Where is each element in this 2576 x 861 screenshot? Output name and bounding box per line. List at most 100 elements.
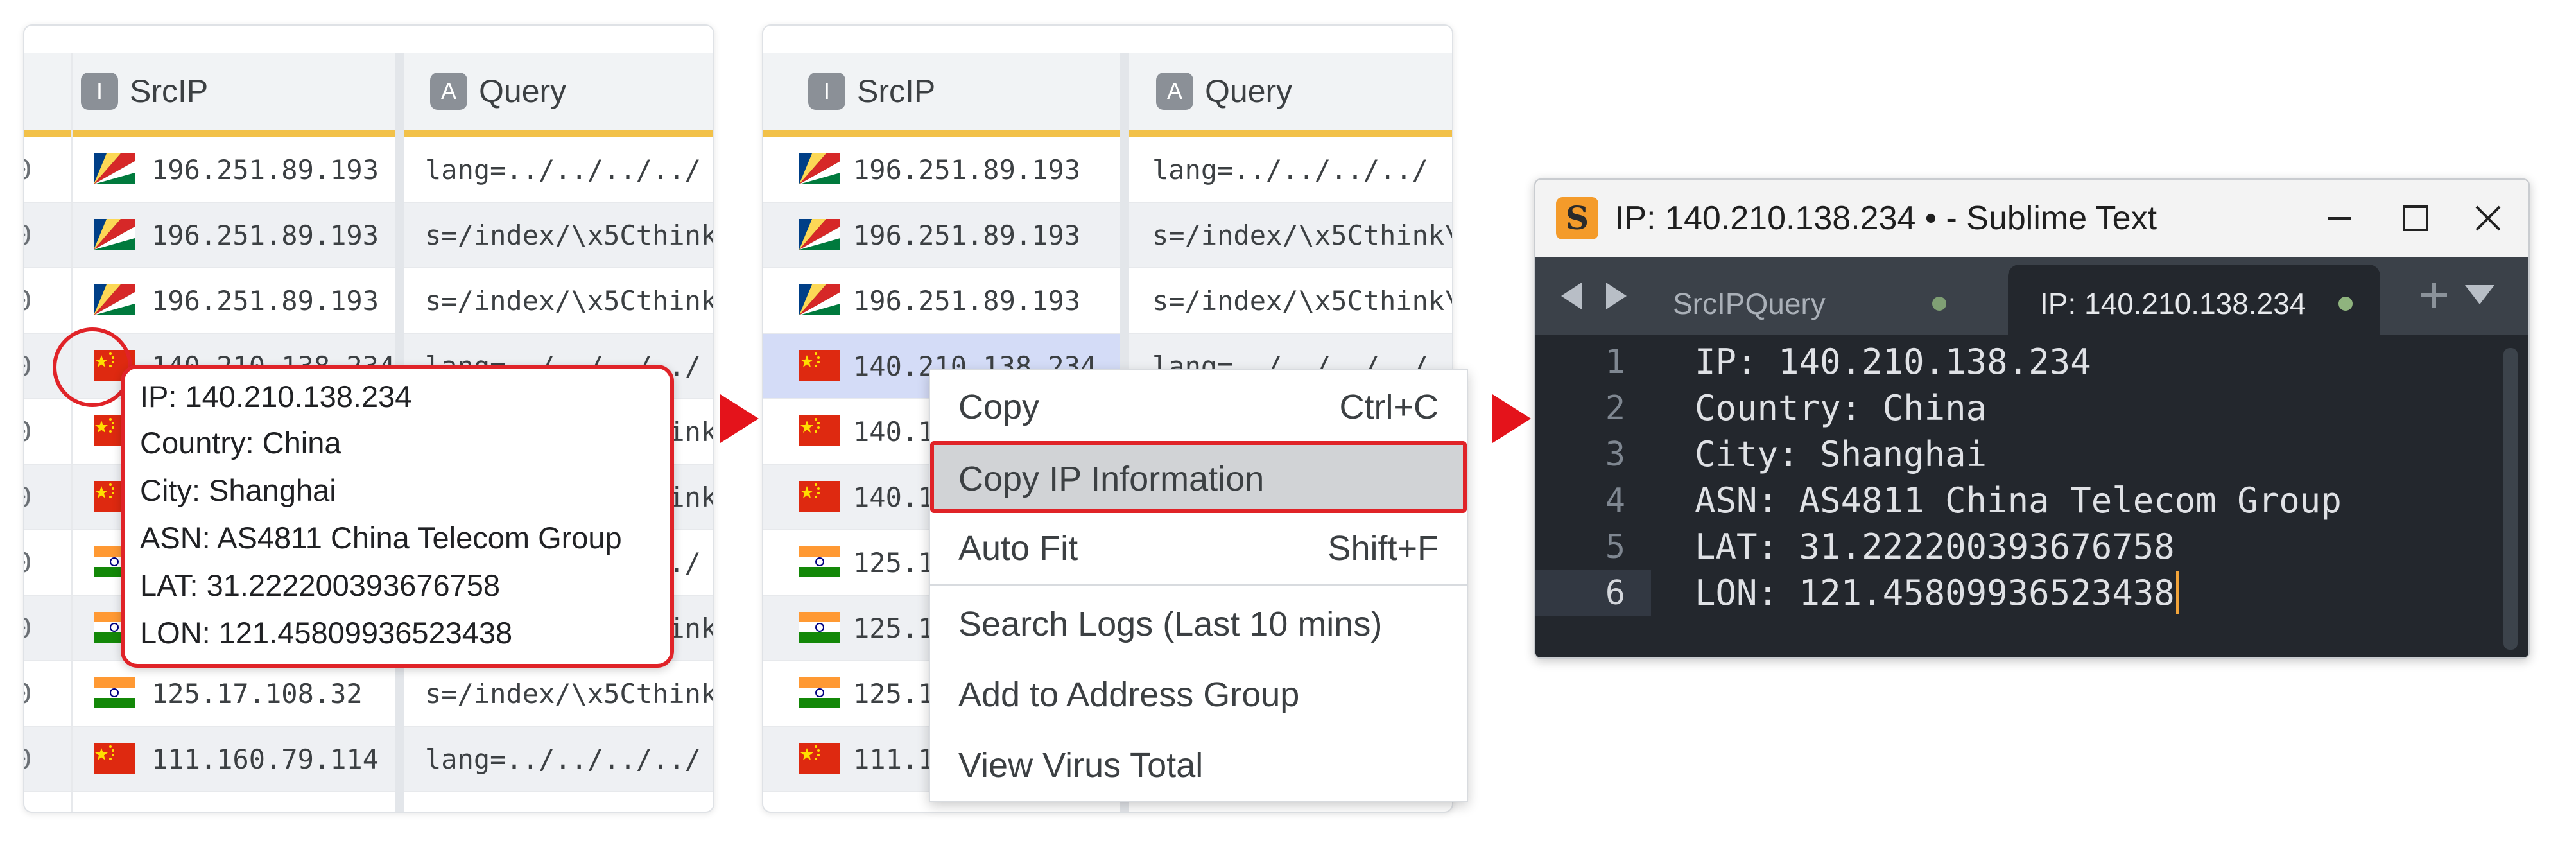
menu-item-view-virus-total[interactable]: View Virus Total [930, 729, 1467, 799]
table-row[interactable]: 196.251.89.193 lang=../../../../ [763, 137, 1452, 203]
seychelles-flag-icon[interactable] [94, 219, 135, 250]
query-value: lang=../../../../ [425, 744, 701, 775]
srcip-cell[interactable]: 111.160.79.114 [73, 727, 395, 791]
ip-type-badge: I [81, 73, 118, 110]
srcip-cell[interactable]: 196.251.89.193 [73, 203, 395, 267]
srcip-cell[interactable]: 196.251.89.193 [763, 137, 1120, 202]
editor-line[interactable]: Country: China [1695, 388, 1987, 428]
seychelles-flag-icon[interactable] [799, 219, 840, 250]
table-row[interactable]: 196.251.89.193 s=/index/\x5Cthink\x [763, 203, 1452, 268]
column-header-srcip[interactable]: I SrcIP [808, 53, 935, 130]
close-icon [2475, 205, 2501, 231]
column-header-srcip[interactable]: I SrcIP [81, 53, 208, 130]
tab-menu-chevron-down-icon[interactable] [2464, 283, 2496, 308]
table-row[interactable]: 196.251.89.193 s=/index/\x5Cthink\x [763, 268, 1452, 334]
seychelles-flag-icon[interactable] [94, 153, 135, 184]
column-divider[interactable] [71, 53, 73, 812]
srcip-cell[interactable]: 125.17.108.32 [73, 661, 395, 726]
window-title: IP: 140.210.138.234 • - Sublime Text [1615, 200, 2157, 237]
table-row[interactable]: 0 196.251.89.193 lang=../../../../ [24, 137, 713, 203]
table-row[interactable]: 0 111.160.79.114 lang=../../../../ [24, 727, 713, 792]
table-row[interactable]: 0 196.251.89.193 s=/index/\x5Cthink [24, 203, 713, 268]
maximize-button[interactable] [2389, 193, 2441, 244]
tab-bar: SrcIPQuery IP: 140.210.138.234 [1535, 257, 2528, 335]
china-flag-icon[interactable] [799, 415, 840, 446]
column-header-query[interactable]: A Query [430, 53, 566, 130]
srcip-value: 125.1 [853, 613, 935, 644]
editor-line[interactable]: City: Shanghai [1695, 434, 1987, 474]
truncated-cell-text: 0 [24, 220, 31, 251]
line-number: 1 [1605, 343, 1625, 381]
line-number-gutter: 2 [1535, 385, 1651, 431]
srcip-value: 140.1 [853, 416, 935, 448]
minimize-icon [2328, 217, 2351, 220]
line-number-gutter: 1 [1535, 339, 1651, 385]
table-row[interactable]: 0 125.17.108.32 s=/index/\x5Cthink [24, 661, 713, 727]
scrollbar[interactable] [2503, 348, 2518, 650]
unsaved-dot-icon [2338, 297, 2353, 311]
line-number: 5 [1605, 528, 1625, 566]
truncated-cell-text: 0 [24, 285, 31, 317]
srcip-value: 125.17.108.32 [151, 678, 363, 709]
srcip-value: 196.251.89.193 [853, 220, 1081, 251]
column-label: Query [1205, 73, 1293, 109]
china-flag-icon[interactable] [799, 350, 840, 381]
close-button[interactable] [2462, 193, 2514, 244]
query-value: lang=../../../../ [425, 154, 701, 186]
china-flag-icon[interactable] [799, 743, 840, 774]
menu-item-copy[interactable]: Copy Ctrl+C [930, 370, 1467, 441]
editor-line[interactable]: IP: 140.210.138.234 [1695, 342, 2091, 382]
india-flag-icon[interactable] [94, 677, 135, 708]
editor-line[interactable]: ASN: AS4811 China Telecom Group [1695, 480, 2342, 521]
query-value: s=/index/\x5Cthink [425, 220, 714, 251]
seychelles-flag-icon[interactable] [799, 284, 840, 315]
column-header-query[interactable]: A Query [1156, 53, 1292, 130]
srcip-cell[interactable]: 196.251.89.193 [763, 203, 1120, 267]
minimize-button[interactable] [2313, 193, 2365, 244]
menu-item-add-to-address-group[interactable]: Add to Address Group [930, 658, 1467, 729]
query-value: lang=../../../../ [1152, 154, 1428, 186]
new-tab-plus-icon[interactable] [2419, 280, 2450, 311]
srcip-value: 111.160.79.114 [151, 744, 379, 775]
truncated-cell-text: 0 [24, 547, 31, 578]
seychelles-flag-icon[interactable] [799, 153, 840, 184]
table-row[interactable]: 0 196.251.89.193 s=/index/\x5Cthink [24, 268, 713, 334]
menu-item-shortcut: Shift+F [1327, 529, 1439, 568]
truncated-cell-text: 0 [24, 482, 31, 513]
menu-item-auto-fit[interactable]: Auto Fit Shift+F [930, 512, 1467, 582]
menu-item-label: Search Logs (Last 10 mins) [958, 605, 1383, 643]
query-value: s=/index/\x5Cthink\x [1152, 285, 1453, 317]
menu-item-search-logs[interactable]: Search Logs (Last 10 mins) [930, 587, 1467, 658]
query-value: s=/index/\x5Cthink [425, 285, 714, 317]
context-menu: Copy Ctrl+C Copy IP Information Auto Fit… [929, 369, 1468, 802]
tab-nav-arrows-icon[interactable] [1559, 280, 1629, 312]
india-flag-icon[interactable] [799, 546, 840, 577]
srcip-cell[interactable]: 196.251.89.193 [73, 268, 395, 333]
sublime-logo-icon: S [1556, 197, 1598, 239]
india-flag-icon[interactable] [799, 677, 840, 708]
line-number-gutter: 6 [1535, 570, 1651, 616]
srcip-value: 196.251.89.193 [151, 285, 379, 317]
tooltip-city: City: Shanghai [140, 473, 336, 507]
editor-line[interactable]: LON: 121.45809936523438 [1695, 573, 2175, 613]
china-flag-icon[interactable] [94, 743, 135, 774]
menu-item-copy-ip-information[interactable]: Copy IP Information [930, 441, 1467, 513]
menu-item-label: Copy [958, 388, 1040, 426]
tab-label: SrcIPQuery [1673, 287, 1826, 320]
tab-ip-info[interactable]: IP: 140.210.138.234 [2008, 265, 2380, 335]
seychelles-flag-icon[interactable] [94, 284, 135, 315]
tooltip-asn: ASN: AS4811 China Telecom Group [140, 521, 622, 555]
tab-srcipquery[interactable]: SrcIPQuery [1651, 265, 1972, 335]
line-number: 2 [1605, 389, 1625, 428]
editor-area[interactable]: 1 IP: 140.210.138.234 2 Country: China 3 City… [1535, 335, 2528, 657]
china-flag-icon[interactable] [799, 481, 840, 512]
table-header: I SrcIP A Query [24, 53, 713, 137]
srcip-value: 196.251.89.193 [853, 154, 1081, 186]
srcip-cell[interactable]: 196.251.89.193 [73, 137, 395, 202]
srcip-cell[interactable]: 196.251.89.193 [763, 268, 1120, 333]
query-value: s=/index/\x5Cthink\x [1152, 220, 1453, 251]
sublime-text-window: S IP: 140.210.138.234 • - Sublime Text S… [1534, 178, 2530, 659]
editor-line[interactable]: LAT: 31.222200393676758 [1695, 526, 2175, 567]
india-flag-icon[interactable] [799, 612, 840, 643]
column-label: SrcIP [130, 73, 209, 109]
